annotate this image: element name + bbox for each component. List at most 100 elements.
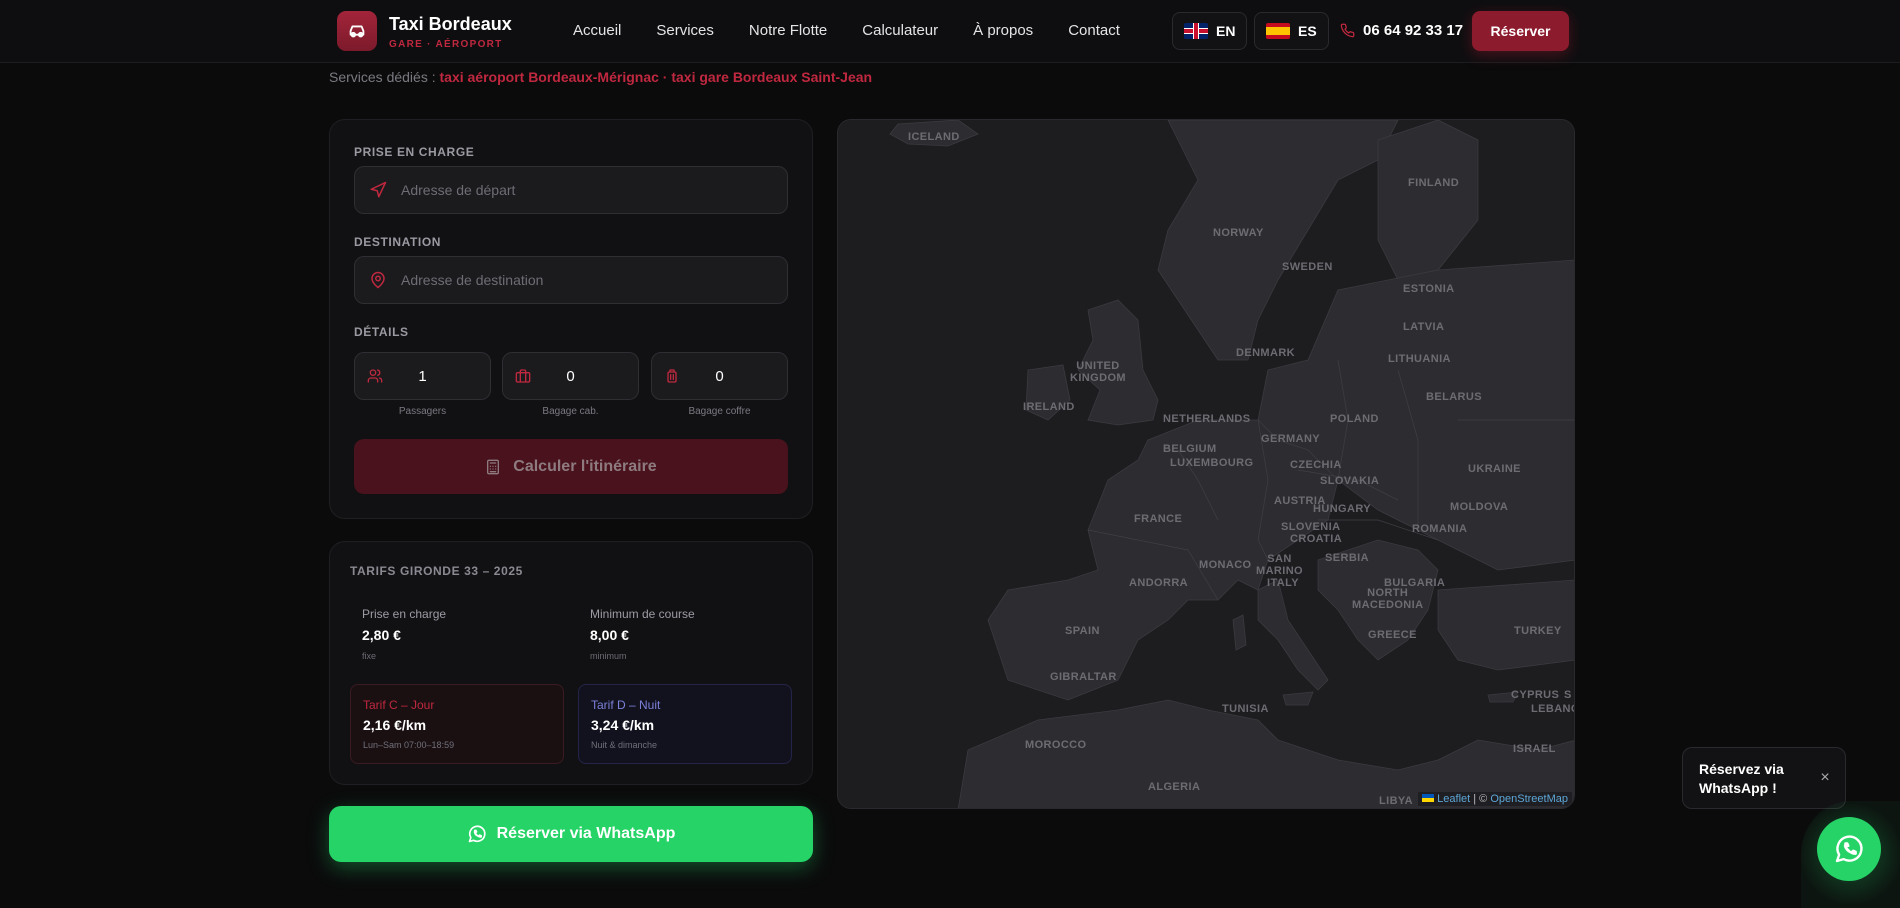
map-label-lebanon: LEBANON [1531, 703, 1574, 715]
map-label-denmark: DENMARK [1236, 347, 1296, 359]
trunk-bag-stepper[interactable]: 0 [651, 352, 788, 400]
logo[interactable] [337, 11, 377, 51]
map-label-belgium: BELGIUM [1163, 443, 1217, 455]
passengers-caption: Passagers [398, 406, 447, 417]
link-taxi-gare[interactable]: taxi gare Bordeaux Saint-Jean [671, 69, 872, 85]
map-label-greece: GREECE [1368, 629, 1417, 641]
tarif-jour-value: 2,16 €/km [363, 717, 427, 733]
whatsapp-reserve-button[interactable]: Réserver via WhatsApp [329, 806, 813, 862]
tarif-nuit-label: Tarif D – Nuit [591, 698, 661, 712]
whatsapp-reserve-label: Réserver via WhatsApp [496, 825, 676, 842]
map-label-finland: FINLAND [1408, 177, 1460, 189]
map-label-netherlands: NETHERLANDS [1163, 413, 1251, 425]
details-label: DÉTAILS [354, 325, 409, 339]
brand-tagline: GARE · AÉROPORT [389, 39, 503, 50]
lang-es-label: ES [1298, 23, 1317, 39]
map-attribution: Leaflet | © OpenStreetMap [1418, 792, 1572, 806]
map-label-latvia: LATVIA [1403, 321, 1445, 333]
tarif-jour-hours: Lun–Sam 07:00–18:59 [363, 740, 455, 750]
map-label-north-macedonia: NORTH MACEDONIA [1352, 587, 1424, 611]
tarif-value: 8,00 € [590, 627, 629, 643]
map-label-moldova: MOLDOVA [1450, 501, 1509, 513]
trunk-bag-caption: Bagage coffre [688, 406, 751, 417]
passengers-stepper[interactable]: 1 [354, 352, 491, 400]
tarif-label: Minimum de course [590, 607, 695, 621]
nav-flotte[interactable]: Notre Flotte [749, 22, 827, 39]
map-label-ukraine: UKRAINE [1468, 463, 1521, 475]
pickup-field[interactable] [354, 166, 788, 214]
trunk-bag-value: 0 [715, 367, 724, 385]
tarif-jour-box: Tarif C – Jour 2,16 €/km Lun–Sam 07:00–1… [350, 684, 564, 764]
cabin-bag-stepper[interactable]: 0 [502, 352, 639, 400]
map-label-belarus: BELARUS [1426, 391, 1482, 403]
map-label-germany: GERMANY [1261, 433, 1321, 445]
map-label-gibraltar: GIBRALTAR [1050, 671, 1117, 683]
cabin-bag-caption: Bagage cab. [542, 406, 599, 417]
tarifs-title: TARIFS GIRONDE 33 – 2025 [350, 564, 523, 578]
map-label-italy: ITALY [1267, 577, 1299, 589]
map-label-algeria: ALGERIA [1148, 781, 1201, 793]
lang-en-button[interactable]: EN [1172, 12, 1248, 50]
uk-flag-icon [1184, 23, 1208, 39]
services-separator: · [658, 69, 672, 85]
map-label-libya: LIBYA [1379, 795, 1413, 807]
calculator-icon [487, 459, 500, 474]
map-label-croatia: CROATIA [1290, 533, 1343, 545]
tarif-nuit-hours: Nuit & dimanche [591, 740, 658, 750]
map-label-slovakia: SLOVAKIA [1320, 475, 1380, 487]
map-label-ireland: IRELAND [1023, 401, 1075, 413]
pickup-input[interactable] [401, 182, 761, 198]
tarif-jour-label: Tarif C – Jour [363, 698, 435, 712]
link-taxi-aeroport[interactable]: taxi aéroport Bordeaux-Mérignac [440, 69, 659, 85]
leaflet-link[interactable]: Leaflet [1437, 793, 1470, 805]
attribution-sep: | © [1470, 793, 1491, 805]
calculate-route-button[interactable]: Calculer l'itinéraire [354, 439, 788, 494]
cabin-bag-value: 0 [566, 367, 575, 385]
whatsapp-icon [1835, 835, 1863, 863]
map-label-cyprus: CYPRUS [1511, 689, 1560, 701]
tarif-label: Prise en charge [362, 607, 447, 621]
map-pin-icon [371, 271, 385, 289]
pickup-label: PRISE EN CHARGE [354, 145, 475, 159]
tarif-nuit-value: 3,24 €/km [591, 717, 655, 733]
destination-field[interactable] [354, 256, 788, 304]
map-label-poland: POLAND [1330, 413, 1379, 425]
map-label-hungary: HUNGARY [1313, 503, 1372, 515]
route-map[interactable]: ICELAND FINLAND NORWAY SWEDEN ESTONIA LA… [837, 119, 1575, 809]
map-label-tunisia: TUNISIA [1222, 703, 1269, 715]
passengers-value: 1 [418, 367, 427, 385]
nav-contact[interactable]: Contact [1068, 22, 1120, 39]
booking-form-card: PRISE EN CHARGE DESTINATION DÉTAILS 1 0 … [329, 119, 813, 519]
whatsapp-icon [468, 825, 486, 843]
tarif-minimum: Minimum de course 8,00 € minimum [590, 607, 695, 661]
nav-calculateur[interactable]: Calculateur [862, 22, 938, 39]
site-header: Taxi Bordeaux GARE · AÉROPORT Accueil Se… [0, 0, 1900, 63]
calculate-route-label: Calculer l'itinéraire [513, 457, 657, 475]
map-label-czechia: CZECHIA [1290, 459, 1342, 471]
nav-accueil[interactable]: Accueil [573, 22, 621, 39]
phone-link[interactable]: 06 64 92 33 17 [1340, 22, 1463, 39]
tarif-nuit-box: Tarif D – Nuit 3,24 €/km Nuit & dimanche [578, 684, 792, 764]
map-label-san-marino: SAN MARINO [1256, 553, 1304, 577]
tarifs-card: TARIFS GIRONDE 33 – 2025 Prise en charge… [329, 541, 813, 785]
tarif-sub: fixe [362, 651, 377, 661]
map-label-s: S [1564, 689, 1572, 701]
map-label-estonia: ESTONIA [1403, 283, 1455, 295]
osm-link[interactable]: OpenStreetMap [1490, 793, 1568, 805]
main-nav: Accueil Services Notre Flotte Calculateu… [573, 22, 1155, 39]
nav-services[interactable]: Services [656, 22, 714, 39]
map-label-turkey: TURKEY [1514, 625, 1562, 637]
navigation-arrow-icon [370, 181, 387, 198]
destination-input[interactable] [401, 272, 761, 288]
whatsapp-toast: Réservez via WhatsApp ! × [1682, 747, 1846, 809]
map-label-luxembourg: LUXEMBOURG [1170, 457, 1254, 469]
phone-icon [1340, 23, 1355, 38]
brand-name[interactable]: Taxi Bordeaux [389, 14, 512, 35]
lang-es-button[interactable]: ES [1254, 12, 1329, 50]
map-label-slovenia: SLOVENIA [1281, 521, 1341, 533]
map-label-lithuania: LITHUANIA [1388, 353, 1451, 365]
nav-a-propos[interactable]: À propos [973, 22, 1033, 39]
reserve-button[interactable]: Réserver [1472, 11, 1569, 51]
toast-close-icon[interactable]: × [1815, 768, 1835, 788]
whatsapp-float-button[interactable] [1817, 817, 1881, 881]
